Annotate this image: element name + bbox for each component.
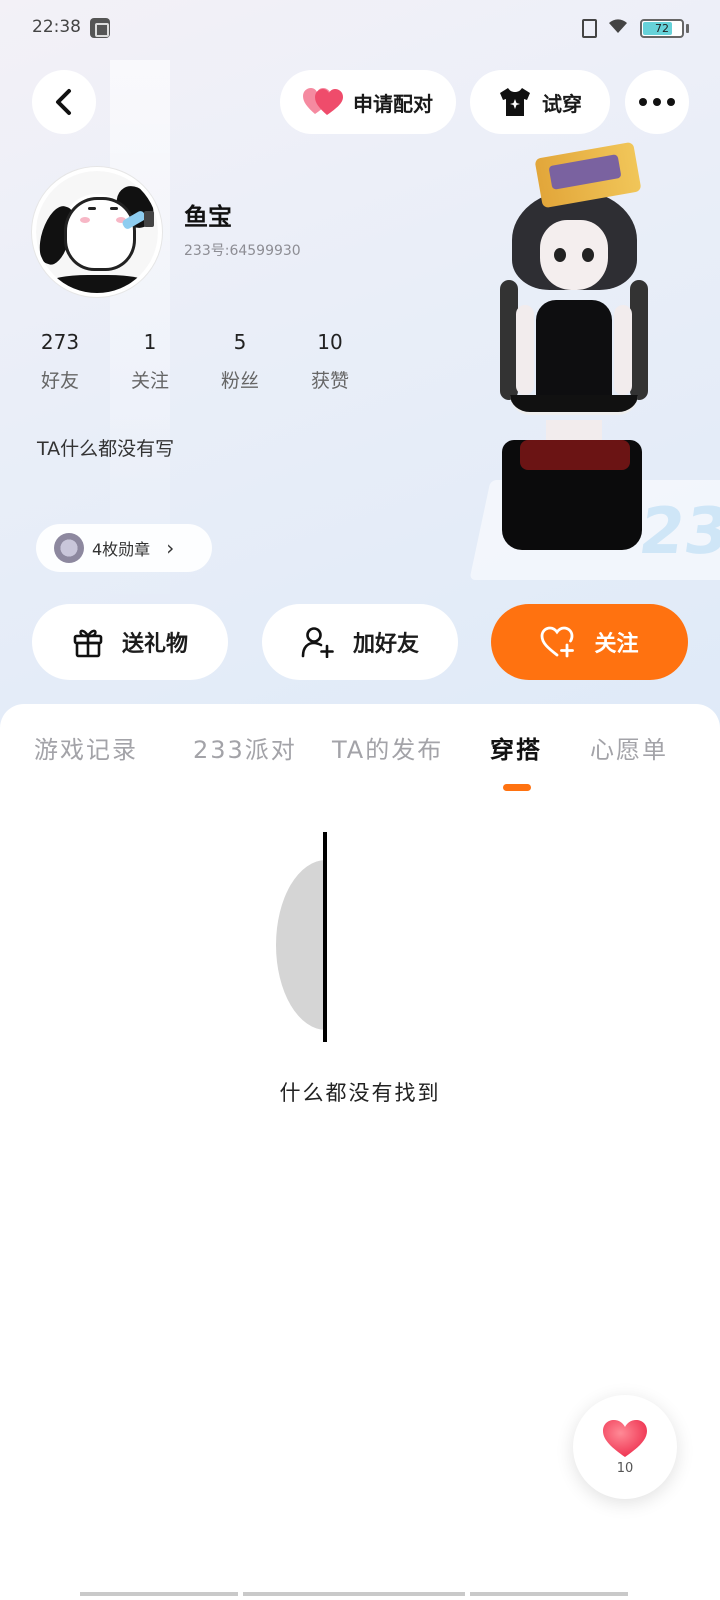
follow-label: 关注 <box>594 632 639 657</box>
send-gift-label: 送礼物 <box>121 632 188 657</box>
medals-label: 4枚勋章 <box>92 540 151 559</box>
back-button[interactable] <box>32 70 96 134</box>
try-on-label: 试穿 <box>542 91 582 116</box>
stat-value: 10 <box>317 330 343 354</box>
home-indicator <box>243 1592 465 1596</box>
medals-button[interactable]: 4枚勋章 › <box>36 524 212 572</box>
like-button[interactable]: 10 <box>573 1395 677 1499</box>
app-notification-icon <box>90 18 110 38</box>
try-on-button[interactable]: 试穿 <box>470 70 610 134</box>
username: 鱼宝 <box>184 203 232 231</box>
chevron-left-icon <box>56 89 71 115</box>
stat-value: 1 <box>143 330 157 354</box>
empty-state-illustration <box>276 832 356 1042</box>
stat-value: 273 <box>40 330 80 354</box>
more-dot <box>653 98 661 106</box>
character-boot-trim <box>520 440 630 470</box>
status-bar: 22:38 72 <box>0 0 720 58</box>
tab-outfits[interactable]: 穿搭 <box>490 730 542 765</box>
character-skirt <box>510 395 638 415</box>
avatar[interactable] <box>32 167 162 297</box>
chevron-right-icon: › <box>166 536 175 560</box>
stat-friends[interactable]: 273 好友 <box>30 330 90 393</box>
tab-game-records[interactable]: 游戏记录 <box>34 730 138 765</box>
avatar-image <box>36 171 158 293</box>
avatar-decoration <box>48 275 148 293</box>
tab-posts[interactable]: TA的发布 <box>332 730 443 765</box>
empty-line <box>323 832 327 1042</box>
empty-state-message: 什么都没有找到 <box>279 1081 441 1105</box>
wifi-icon <box>607 17 629 40</box>
character-face <box>540 220 608 290</box>
apply-match-label: 申请配对 <box>353 91 433 116</box>
more-button[interactable] <box>625 70 689 134</box>
character-eye <box>582 248 594 262</box>
send-gift-button[interactable]: 送礼物 <box>32 604 228 680</box>
battery-level: 72 <box>655 22 669 35</box>
avatar-character[interactable] <box>490 140 660 570</box>
avatar-decoration <box>144 211 154 227</box>
avatar-face <box>64 197 136 271</box>
avatar-eye <box>110 207 118 210</box>
character-eye <box>554 248 566 262</box>
tab-233-party[interactable]: 233派对 <box>193 730 297 765</box>
home-indicator <box>470 1592 628 1596</box>
home-indicator <box>80 1592 238 1596</box>
add-friend-label: 加好友 <box>352 632 419 657</box>
heart-plus-icon <box>541 626 575 658</box>
user-id[interactable]: 233号:64599930 <box>184 240 301 260</box>
character-arm <box>614 305 632 395</box>
sim-icon <box>582 19 597 38</box>
add-user-icon <box>301 627 334 658</box>
stat-label: 获赞 <box>310 370 349 392</box>
heart-icon <box>603 1419 647 1457</box>
medal-icon <box>54 533 84 563</box>
stat-value: 5 <box>233 330 247 354</box>
stat-label: 好友 <box>40 370 79 392</box>
more-dot <box>667 98 675 106</box>
tab-wishlist[interactable]: 心愿单 <box>590 730 668 765</box>
gift-icon <box>73 629 103 658</box>
stat-likes[interactable]: 10 获赞 <box>300 330 360 393</box>
stat-label: 关注 <box>130 370 169 392</box>
active-tab-indicator <box>503 784 531 791</box>
apply-match-button[interactable]: 申请配对 <box>280 70 456 134</box>
stat-fans[interactable]: 5 粉丝 <box>210 330 270 393</box>
character-arm <box>516 305 534 395</box>
character-dress <box>536 300 612 410</box>
character-braid <box>630 280 648 400</box>
follow-button[interactable]: 关注 <box>491 604 688 680</box>
stat-following[interactable]: 1 关注 <box>120 330 180 393</box>
more-dot <box>639 98 647 106</box>
status-time: 22:38 <box>32 17 81 37</box>
avatar-eye <box>88 207 96 210</box>
battery-icon: 72 <box>640 19 684 38</box>
like-count: 10 <box>616 1460 634 1476</box>
bio-text: TA什么都没有写 <box>37 438 175 460</box>
heart-pair-icon <box>303 88 343 115</box>
stat-label: 粉丝 <box>220 370 259 392</box>
avatar-blush <box>80 217 90 223</box>
add-friend-button[interactable]: 加好友 <box>262 604 458 680</box>
tshirt-icon <box>500 88 530 116</box>
battery-cap <box>686 24 689 33</box>
